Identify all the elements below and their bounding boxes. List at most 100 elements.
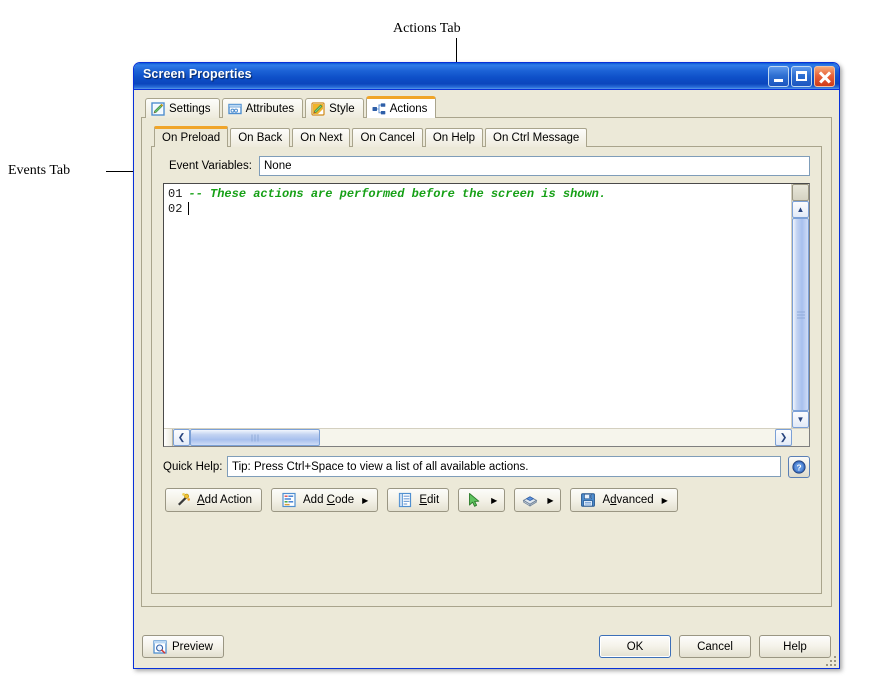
hscroll-left-button[interactable]: ❮: [173, 429, 190, 446]
screen-properties-dialog: Screen Properties Settings Attributes St…: [133, 62, 840, 669]
edit-label: Edit: [419, 494, 440, 506]
plugin-button[interactable]: ▶: [514, 488, 562, 512]
code-text-area[interactable]: 01 -- These actions are performed before…: [164, 184, 791, 428]
code-line-2: 02: [168, 202, 791, 217]
tab-style-label: Style: [329, 102, 355, 115]
actions-tab-panel: On Preload On Back On Next On Cancel On …: [141, 117, 832, 607]
advanced-accel: d: [610, 494, 617, 506]
dialog-titlebar[interactable]: Screen Properties: [134, 63, 839, 90]
event-variables-input[interactable]: None: [259, 156, 810, 176]
run-dropdown-arrow[interactable]: ▶: [491, 496, 497, 505]
event-tab-on-help-label: On Help: [432, 132, 476, 144]
edit-button[interactable]: Edit: [387, 488, 450, 512]
event-variables-label: Event Variables:: [169, 160, 252, 172]
code-editor-body: 01 -- These actions are performed before…: [164, 184, 809, 428]
tab-actions-label: Actions: [389, 102, 428, 115]
advanced-dropdown-arrow[interactable]: ▶: [662, 496, 668, 505]
hscroll-thumb[interactable]: [190, 429, 320, 446]
resize-grip[interactable]: [824, 654, 836, 666]
event-tab-on-preload-label: On Preload: [162, 132, 221, 144]
preview-button[interactable]: Preview: [142, 635, 224, 658]
event-tab-on-cancel[interactable]: On Cancel: [352, 128, 423, 147]
actions-node-tree-icon: [372, 102, 386, 116]
edit-accel: E: [419, 494, 427, 506]
quick-help-label: Quick Help:: [163, 460, 223, 473]
vscroll-thumb[interactable]: [792, 218, 809, 411]
vscroll-top-cap: [792, 184, 809, 201]
add-action-label: Add Action: [197, 494, 252, 506]
event-tab-on-ctrl-message[interactable]: On Ctrl Message: [485, 128, 588, 147]
maximize-button[interactable]: [791, 66, 812, 87]
tab-attributes-label: Attributes: [245, 102, 295, 115]
event-tab-on-back[interactable]: On Back: [230, 128, 291, 147]
action-toolbar: Add Action Add Code ▶ Edit ▶ ▶ Advanced …: [163, 488, 810, 512]
scrollbar-corner: [792, 429, 809, 446]
code-list-icon: [281, 492, 297, 508]
package-plugin-icon: [522, 492, 538, 508]
event-tab-on-ctrl-message-label: On Ctrl Message: [493, 132, 580, 144]
run-button[interactable]: ▶: [458, 488, 506, 512]
annotation-actions-tab: Actions Tab: [393, 21, 461, 36]
event-tab-on-help[interactable]: On Help: [424, 128, 484, 147]
on-preload-panel: Event Variables: None 01 -- These action…: [151, 146, 822, 594]
floppy-save-icon: [580, 492, 596, 508]
annotation-events-tab: Events Tab: [8, 163, 71, 178]
add-code-button[interactable]: Add Code ▶: [271, 488, 379, 512]
cancel-button[interactable]: Cancel: [679, 635, 751, 658]
preview-label: Preview: [172, 640, 213, 653]
hscroll-track[interactable]: [320, 429, 775, 446]
hscroll-left-cap: [164, 429, 173, 446]
code-editor: 01 -- These actions are performed before…: [163, 183, 810, 447]
event-tab-on-back-label: On Back: [238, 132, 283, 144]
help-button[interactable]: Help: [759, 635, 831, 658]
outer-tabstrip: Settings Attributes Style Actions: [141, 96, 832, 118]
edit-document-icon: [397, 492, 413, 508]
magic-wand-icon: [175, 492, 191, 508]
line-number-1: 01: [168, 187, 183, 201]
green-cursor-run-icon: [466, 492, 482, 508]
vscroll-down-button[interactable]: ▼: [792, 411, 809, 428]
add-code-accel: C: [326, 494, 335, 506]
question-mark-icon: ?: [792, 459, 806, 474]
tab-attributes[interactable]: Attributes: [221, 98, 304, 118]
quick-help-text: Tip: Press Ctrl+Space to view a list of …: [227, 456, 781, 477]
dialog-client-area: Settings Attributes Style Actions On Pre…: [134, 90, 839, 668]
dialog-title: Screen Properties: [143, 67, 252, 81]
ok-button[interactable]: OK: [599, 635, 671, 658]
preview-magnifier-icon: [153, 639, 167, 654]
minimize-icon: [774, 79, 783, 82]
add-code-label: Add Code: [303, 494, 355, 506]
add-code-dropdown-arrow[interactable]: ▶: [362, 496, 368, 505]
editor-horizontal-scrollbar[interactable]: ❮ ❯: [164, 428, 809, 446]
event-variables-row: Event Variables: None: [163, 156, 810, 176]
tab-settings[interactable]: Settings: [145, 98, 220, 118]
style-palette-icon: [311, 101, 325, 116]
vscroll-thumb-grip: [796, 309, 805, 320]
event-tab-on-next-label: On Next: [300, 132, 343, 144]
line-number-2: 02: [168, 202, 183, 216]
event-tab-on-preload[interactable]: On Preload: [154, 126, 229, 147]
plugin-dropdown-arrow[interactable]: ▶: [547, 496, 553, 505]
tab-actions[interactable]: Actions: [365, 96, 437, 118]
attributes-window-icon: [227, 102, 242, 116]
advanced-label: Advanced: [602, 494, 654, 506]
pencil-note-icon: [151, 101, 165, 116]
hscroll-right-button[interactable]: ❯: [775, 429, 792, 446]
minimize-button[interactable]: [768, 66, 789, 87]
code-line-1-text: -- These actions are performed before th…: [188, 187, 607, 201]
add-action-button[interactable]: Add Action: [165, 488, 262, 512]
editor-vertical-scrollbar[interactable]: ▲ ▼: [791, 184, 809, 428]
event-tab-on-next[interactable]: On Next: [292, 128, 351, 147]
svg-text:?: ?: [796, 462, 801, 472]
close-button[interactable]: [814, 66, 835, 87]
titlebar-button-group: [768, 66, 835, 87]
text-caret: [188, 202, 190, 215]
hscroll-thumb-grip: [251, 434, 259, 441]
code-line-1: 01 -- These actions are performed before…: [168, 187, 791, 202]
tab-style[interactable]: Style: [305, 98, 364, 118]
vscroll-up-button[interactable]: ▲: [792, 201, 809, 218]
maximize-icon: [796, 71, 807, 81]
advanced-button[interactable]: Advanced ▶: [570, 488, 678, 512]
quick-help-button[interactable]: ?: [788, 455, 810, 478]
add-action-accel: A: [197, 494, 205, 506]
